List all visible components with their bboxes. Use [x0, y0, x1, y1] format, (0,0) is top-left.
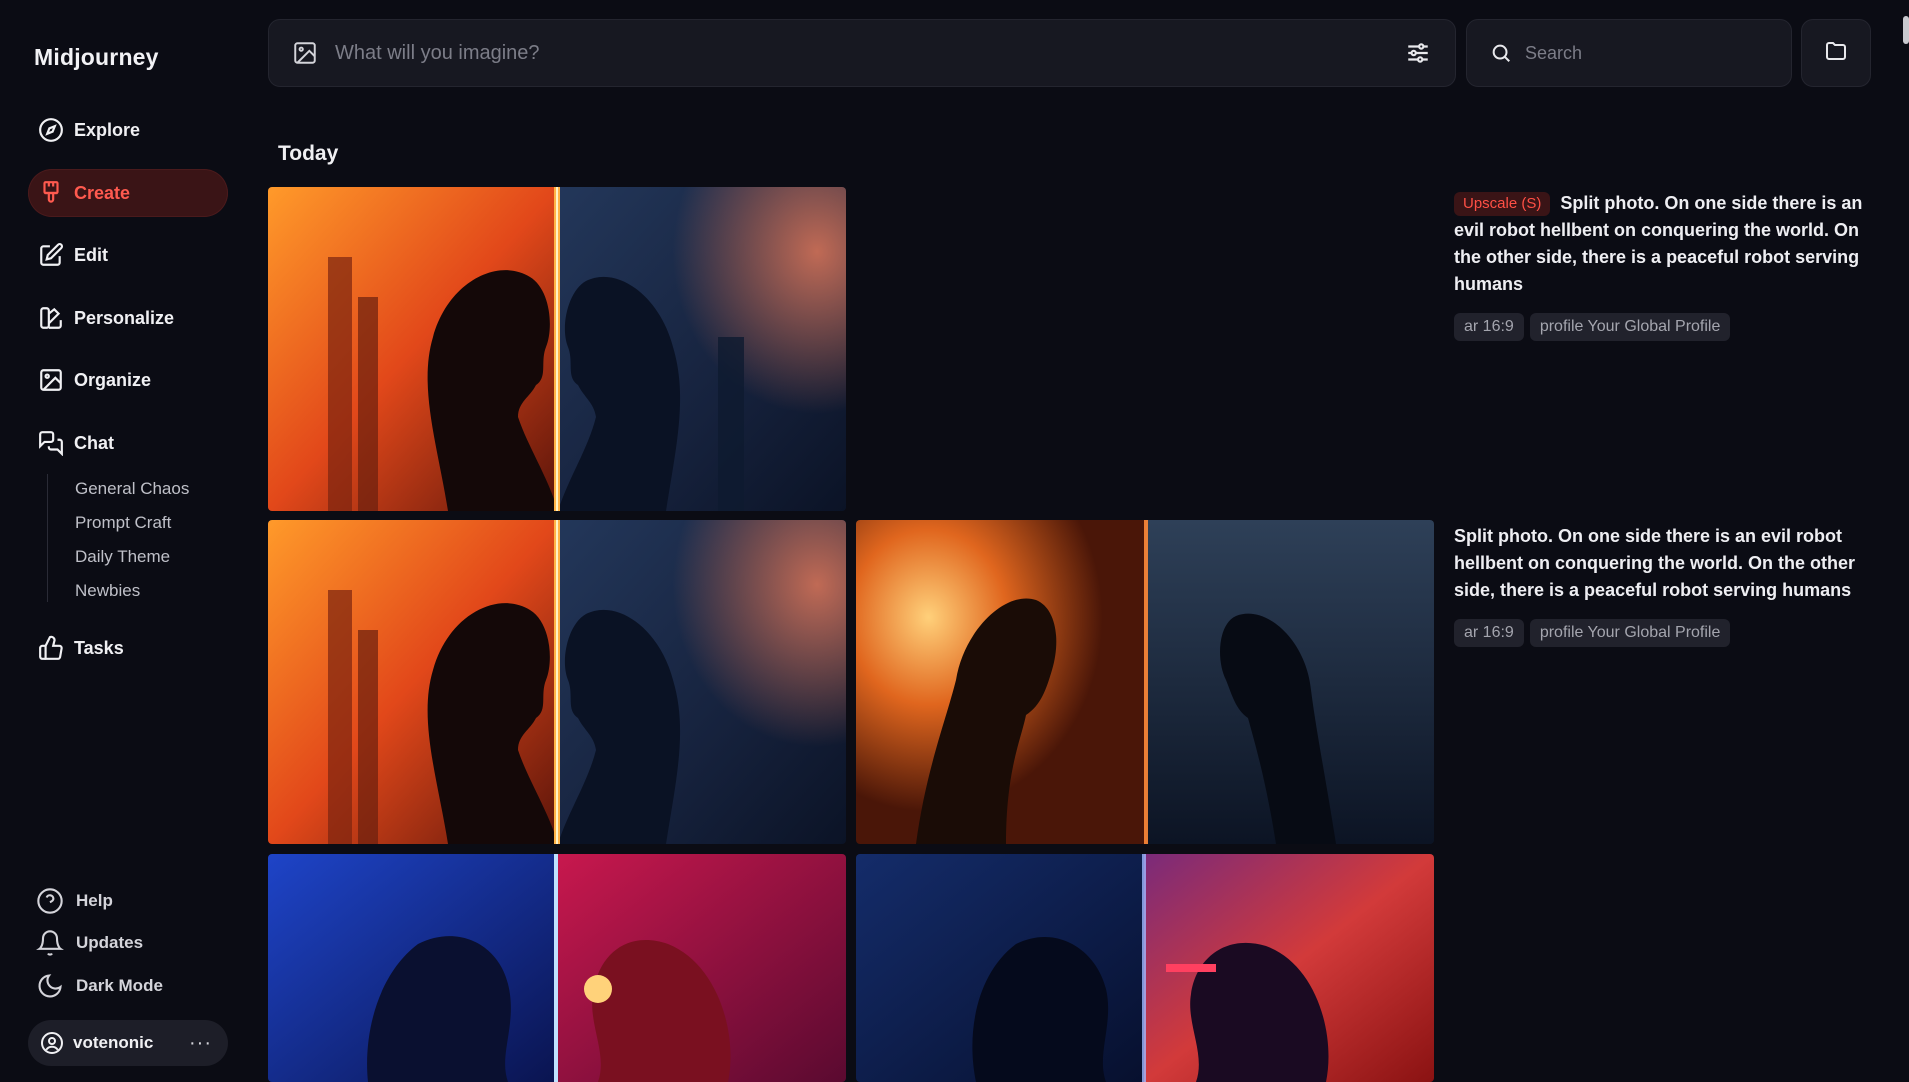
search-input[interactable] — [1523, 41, 1791, 65]
nav-explore-label: Explore — [74, 119, 141, 140]
tag-aspect-ratio[interactable]: ar 16:9 — [1454, 619, 1524, 647]
generated-image-grid-3[interactable] — [268, 854, 846, 1082]
chat-subnav-line — [47, 474, 48, 602]
dark-mode-toggle[interactable]: Dark Mode — [28, 967, 228, 1005]
nav-personalize[interactable]: Personalize — [28, 294, 228, 342]
help-button[interactable]: Help — [28, 882, 228, 920]
job-prompt-2[interactable]: Split photo. On one side there is an evi… — [1454, 526, 1855, 600]
username: votenonic — [73, 1033, 154, 1052]
job-tags-1: ar 16:9 profile Your Global Profile — [1454, 313, 1731, 341]
user-profile[interactable]: votenonic ··· — [28, 1020, 228, 1066]
palette-icon — [38, 305, 64, 331]
tag-profile[interactable]: profile Your Global Profile — [1529, 313, 1731, 341]
app-logo[interactable]: Midjourney — [34, 44, 159, 71]
nav-organize-label: Organize — [74, 369, 152, 390]
chat-room-newbies[interactable]: Newbies — [75, 581, 140, 601]
moon-icon — [36, 972, 64, 1000]
folder-button[interactable] — [1801, 19, 1871, 87]
job-description-2: Split photo. On one side there is an evi… — [1454, 523, 1864, 604]
nav-tasks-label: Tasks — [74, 637, 124, 658]
edit-icon — [38, 242, 64, 268]
prompt-bar — [268, 19, 1456, 87]
thumbs-up-icon — [38, 635, 64, 661]
chat-room-general-chaos[interactable]: General Chaos — [75, 479, 189, 499]
section-title-today: Today — [278, 142, 339, 165]
tag-profile[interactable]: profile Your Global Profile — [1529, 619, 1731, 647]
nav-create-label: Create — [74, 182, 131, 203]
search-box — [1466, 19, 1792, 87]
help-icon — [36, 887, 64, 915]
generated-image-grid-4[interactable] — [856, 854, 1434, 1082]
brush-icon — [38, 180, 64, 206]
settings-sliders-icon[interactable] — [1403, 38, 1433, 68]
chat-icon — [38, 430, 64, 456]
folder-icon — [1824, 39, 1848, 68]
upscale-badge: Upscale (S) — [1454, 192, 1551, 216]
user-icon — [39, 1030, 65, 1056]
image-upload-icon[interactable] — [291, 39, 319, 67]
more-options-icon[interactable]: ··· — [189, 1032, 212, 1055]
sidebar: Midjourney Explore Create Edit Personali… — [0, 0, 248, 1082]
job-description-1: Upscale (S) Split photo. On one side ther… — [1454, 190, 1864, 298]
tag-aspect-ratio[interactable]: ar 16:9 — [1454, 313, 1524, 341]
nav-chat-label: Chat — [74, 432, 114, 453]
updates-button[interactable]: Updates — [28, 924, 228, 962]
nav-chat[interactable]: Chat — [28, 419, 228, 467]
prompt-input[interactable] — [333, 40, 1403, 66]
chat-room-prompt-craft[interactable]: Prompt Craft — [75, 513, 171, 533]
nav-personalize-label: Personalize — [74, 307, 175, 328]
generated-image-grid-2[interactable] — [856, 520, 1434, 844]
dark-mode-label: Dark Mode — [76, 976, 163, 995]
nav-organize[interactable]: Organize — [28, 356, 228, 404]
image-icon — [38, 367, 64, 393]
nav-tasks[interactable]: Tasks — [28, 624, 228, 672]
nav-create[interactable]: Create — [28, 169, 228, 217]
nav-edit[interactable]: Edit — [28, 231, 228, 279]
scrollbar-thumb[interactable] — [1903, 16, 1909, 44]
search-icon — [1489, 41, 1513, 65]
compass-icon — [38, 117, 64, 143]
generated-image-grid-1[interactable] — [268, 520, 846, 844]
nav-edit-label: Edit — [74, 244, 108, 265]
generated-image-upscale[interactable] — [268, 187, 846, 511]
help-label: Help — [76, 891, 113, 910]
job-tags-2: ar 16:9 profile Your Global Profile — [1454, 619, 1731, 647]
nav-explore[interactable]: Explore — [28, 106, 228, 154]
bell-icon — [36, 929, 64, 957]
chat-room-daily-theme[interactable]: Daily Theme — [75, 547, 170, 567]
updates-label: Updates — [76, 933, 144, 952]
